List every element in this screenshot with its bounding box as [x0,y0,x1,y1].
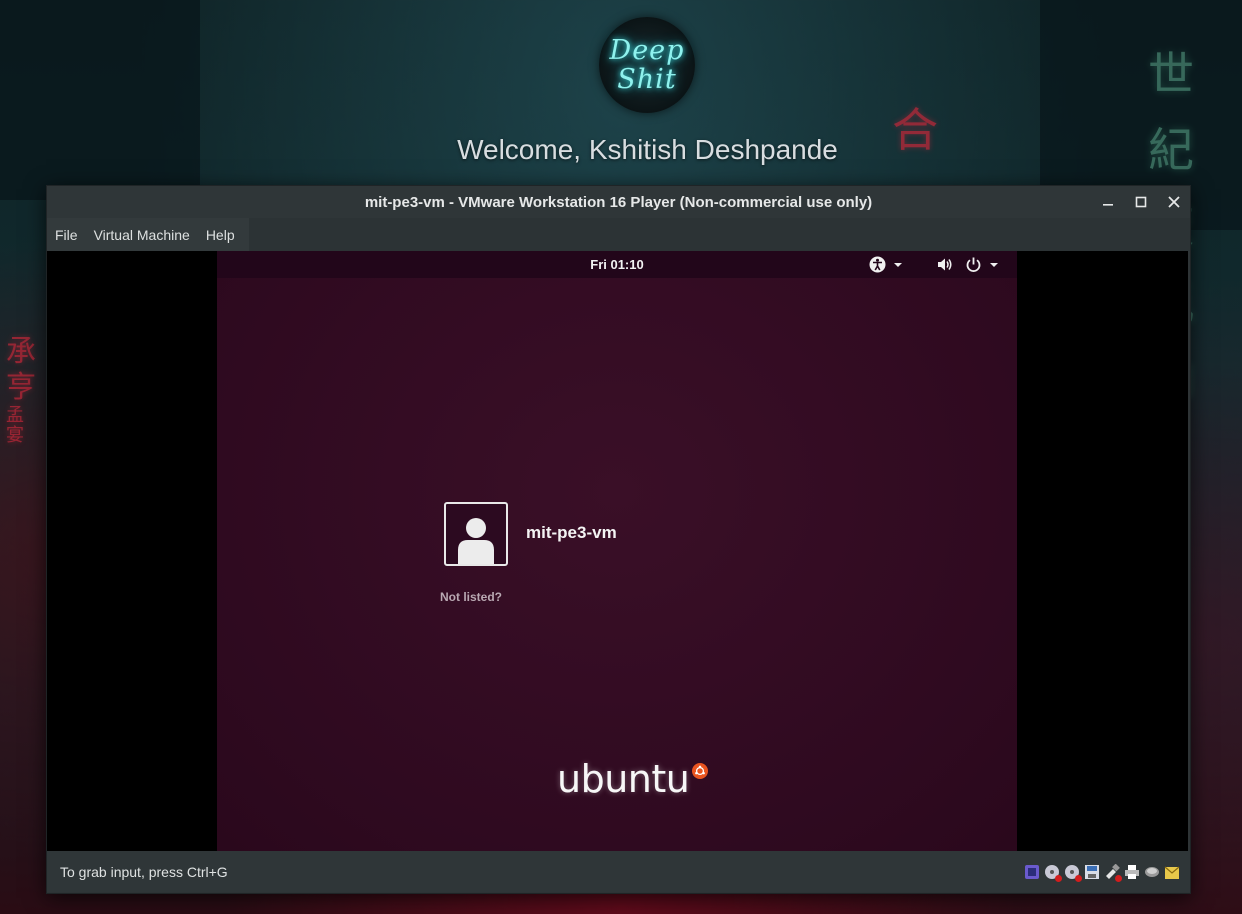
device-icons [1024,863,1180,882]
floppy-icon[interactable] [1084,864,1100,880]
minimize-button[interactable] [1091,186,1124,218]
system-menu[interactable] [936,251,1001,278]
menu-virtual-machine[interactable]: Virtual Machine [86,218,198,251]
ubuntu-wordmark: ubuntu [557,757,690,801]
welcome-message: Welcome, Kshitish Deshpande [457,134,838,165]
window-titlebar[interactable]: mit-pe3-vm - VMware Workstation 16 Playe… [47,186,1190,218]
vm-display[interactable]: Fri 01:10 mit-pe3-vm Not listed? ubuntu [47,251,1188,851]
ubuntu-logo: ubuntu [557,757,709,801]
power-icon [966,257,981,272]
avatar-logo-text: Deep Shit [609,35,685,95]
menu-help[interactable]: Help [198,218,243,251]
grab-input-hint: To grab input, press Ctrl+G [60,863,228,880]
not-listed-link[interactable]: Not listed? [440,590,502,604]
accessibility-icon [869,256,886,273]
menu-file[interactable]: File [47,218,86,251]
ubuntu-login-screen[interactable]: Fri 01:10 mit-pe3-vm Not listed? ubuntu [217,251,1017,851]
neon-sign-left: 承 亨 孟 宴 [6,334,36,446]
printer-icon[interactable] [1124,864,1140,880]
chevron-down-icon [990,262,998,267]
maximize-icon [1135,196,1146,208]
user-name-label[interactable]: mit-pe3-vm [526,523,617,543]
user-silhouette-icon [458,518,494,564]
window-controls [1091,186,1190,218]
menubar: File Virtual Machine Help [47,218,1190,251]
user-avatar: Deep Shit [599,17,695,113]
close-button[interactable] [1157,186,1190,218]
cdrom2-icon[interactable] [1064,864,1082,882]
close-icon [1167,196,1180,208]
accessibility-menu[interactable] [869,251,905,278]
statusbar: To grab input, press Ctrl+G [47,851,1190,892]
chevron-down-icon [894,262,902,267]
usb-icon[interactable] [1104,863,1122,882]
vmware-window: mit-pe3-vm - VMware Workstation 16 Playe… [46,185,1191,894]
cpu-icon[interactable] [1024,864,1040,880]
circle-of-friends-icon [692,763,709,779]
sound-icon[interactable] [1144,864,1160,880]
cdrom-icon[interactable] [1044,864,1062,882]
volume-icon [938,258,952,271]
window-title: mit-pe3-vm - VMware Workstation 16 Playe… [364,193,873,211]
bg-building [0,0,200,200]
menu-group: File Virtual Machine Help [47,218,249,251]
message-icon[interactable] [1164,864,1180,880]
user-avatar-button[interactable] [444,502,508,566]
minimize-icon [1102,204,1113,206]
maximize-button[interactable] [1124,186,1157,218]
